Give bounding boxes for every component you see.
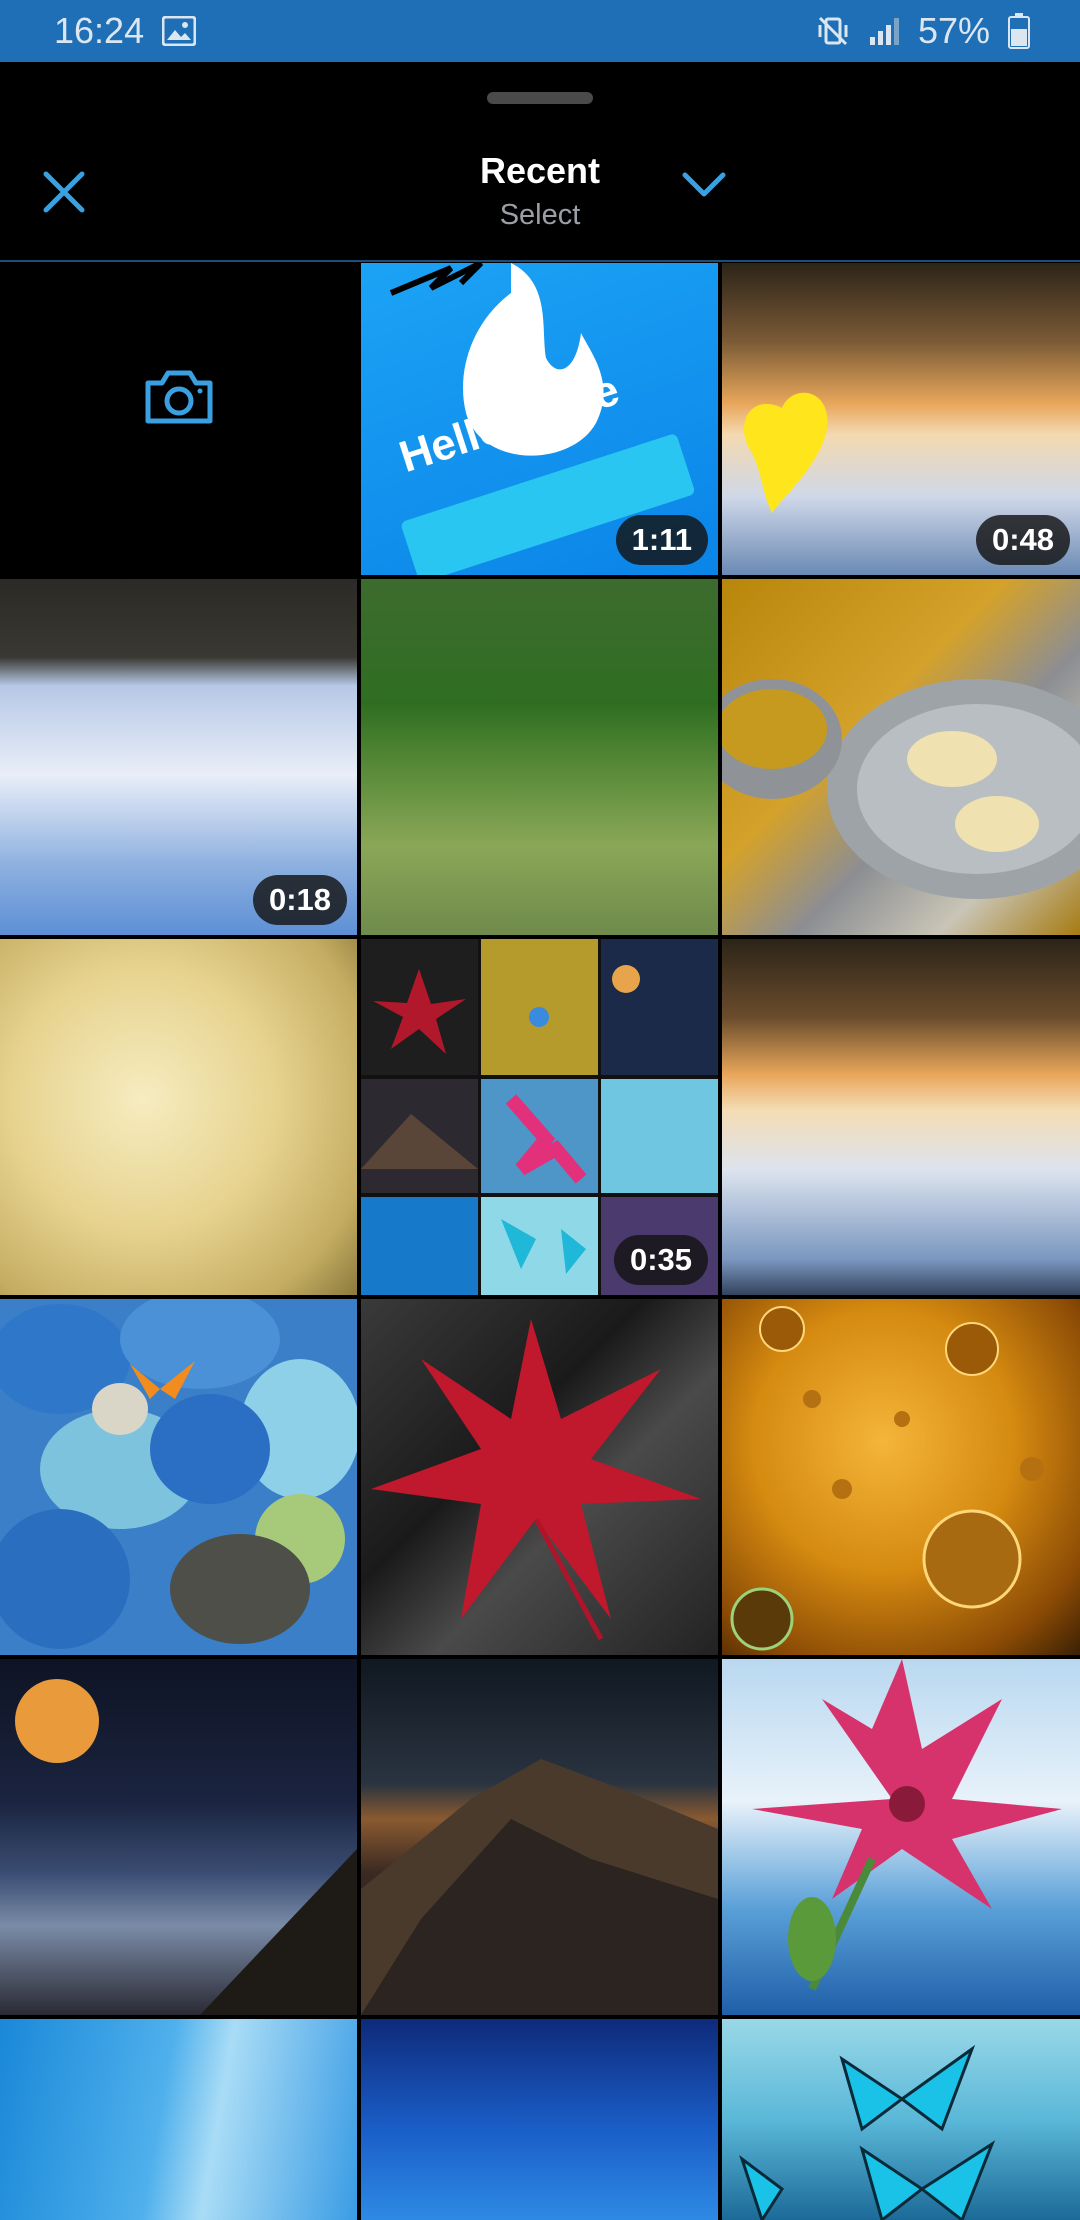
- video-duration-badge: 0:35: [613, 1235, 708, 1285]
- battery-icon: [1008, 13, 1030, 49]
- grid-item-pink-lily-photo[interactable]: [722, 1659, 1080, 2015]
- grid-item-forest-field-photo[interactable]: [361, 579, 718, 935]
- grid-item-dumplings-plate-photo[interactable]: [722, 579, 1080, 935]
- video-duration-badge: 0:48: [975, 515, 1070, 565]
- status-bar: 16:24 57%: [0, 0, 1080, 62]
- close-icon: [43, 171, 85, 213]
- album-title: Recent: [479, 150, 601, 191]
- grid-item-hello-there-video[interactable]: Hello there 1:11: [361, 263, 718, 575]
- grid-item-dumplings-closeup-photo[interactable]: [0, 939, 357, 1295]
- grid-item-moon-beach-photo[interactable]: [0, 1659, 357, 2015]
- grid-item-blue-gradient-photo[interactable]: [361, 2019, 718, 2220]
- gallery-notification-icon: [162, 16, 197, 46]
- thumbnail-image: [371, 1319, 701, 1641]
- grid-item-red-leaf-photo[interactable]: [361, 1299, 718, 1655]
- close-button[interactable]: [32, 160, 96, 224]
- album-subtitle: Select: [499, 199, 581, 231]
- thumbnail-image: [752, 1659, 1062, 1991]
- album-dropdown-button[interactable]: [672, 157, 736, 213]
- video-duration-badge: 0:18: [252, 875, 347, 925]
- vibrate-mute-icon: [818, 16, 848, 46]
- grid-item-mountain-dusk-photo[interactable]: [361, 1659, 718, 2015]
- thumbnail-image: [730, 1306, 1044, 1651]
- status-time: 16:24: [54, 10, 145, 51]
- chevron-down-icon: [682, 172, 726, 197]
- drag-handle[interactable]: [487, 92, 593, 104]
- thumbnail-image: [15, 1679, 357, 2015]
- video-duration-badge: 1:11: [615, 515, 708, 565]
- signal-icon: [869, 18, 899, 45]
- grid-item-pebbles-butterfly-photo[interactable]: [0, 1299, 357, 1655]
- grid-item-blue-waves-photo[interactable]: [0, 2019, 357, 2220]
- picker-header: Recent Select: [0, 62, 1080, 262]
- grid-item-clouds-video[interactable]: 0:18: [0, 579, 357, 935]
- album-title-group[interactable]: Recent Select: [390, 150, 690, 234]
- grid-item-golden-drops-photo[interactable]: [722, 1299, 1080, 1655]
- battery-percentage: 57%: [917, 10, 990, 51]
- camera-icon: [145, 370, 213, 424]
- grid-item-crystal-ball-sunset-photo[interactable]: [722, 939, 1080, 1295]
- grid-item-blue-butterflies-photo[interactable]: [722, 2019, 1080, 2220]
- grid-item-wallpaper-collage-video[interactable]: 0:35: [361, 939, 718, 1295]
- camera-tile[interactable]: [0, 263, 357, 575]
- grid-item-crystal-ball-heart-video[interactable]: 0:48: [722, 263, 1080, 575]
- thumbnail-image: [361, 1759, 718, 2015]
- header-divider: [0, 260, 1080, 262]
- thumbnail-image: [739, 2044, 996, 2220]
- thumbnail-image: [722, 679, 1080, 899]
- thumbnail-image: [0, 1299, 357, 1649]
